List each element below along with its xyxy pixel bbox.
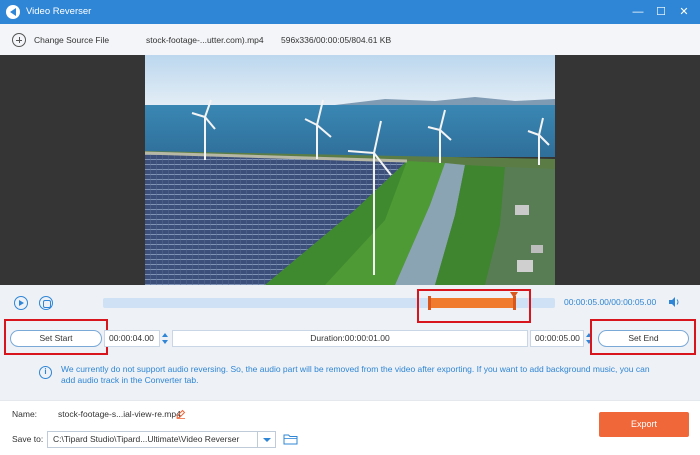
trim-highlight-box	[417, 289, 531, 323]
wind-farm-video-frame-image	[145, 55, 555, 285]
volume-icon[interactable]	[668, 296, 680, 308]
chevron-down-icon[interactable]	[257, 432, 275, 447]
name-label: Name:	[12, 409, 38, 419]
player-controls: 00:00:05.00/00:00:05.00 Set Start 00:00:…	[0, 285, 700, 400]
folder-icon[interactable]	[283, 433, 298, 445]
source-filename: stock-footage-...utter.com).mp4	[146, 35, 264, 45]
time-readout: 00:00:05.00/00:00:05.00	[564, 297, 656, 307]
maximize-button[interactable]: ☐	[653, 4, 669, 20]
source-info-bar: Change Source File stock-footage-...utte…	[0, 24, 700, 55]
title-bar: Video Reverser — ☐ ✕	[0, 0, 700, 24]
duration-display: Duration:00:00:01.00	[172, 330, 528, 347]
set-end-highlight-box	[590, 319, 696, 355]
output-name-value: stock-footage-s...ial-view-re.mp4	[58, 409, 181, 419]
save-to-path: C:\Tipard Studio\Tipard...Ultimate\Video…	[53, 434, 240, 444]
save-to-dropdown[interactable]: C:\Tipard Studio\Tipard...Ultimate\Video…	[47, 431, 276, 448]
source-file-info: 596x336/00:00:05/804.61 KB	[281, 35, 392, 45]
end-time-field[interactable]: 00:00:05.00	[530, 330, 584, 347]
change-source-file-button[interactable]: Change Source File	[12, 33, 109, 47]
add-circle-icon	[12, 33, 26, 47]
save-to-label: Save to:	[12, 434, 44, 444]
window-title: Video Reverser	[26, 6, 92, 17]
minimize-button[interactable]: —	[630, 4, 646, 20]
current-time: 00:00:05.00	[564, 297, 609, 307]
change-source-label: Change Source File	[34, 35, 110, 45]
video-preview-area	[0, 55, 700, 285]
audio-notice-text: We currently do not support audio revers…	[61, 364, 650, 385]
play-button[interactable]	[14, 296, 28, 310]
info-icon: i	[39, 366, 52, 379]
edit-pencil-icon[interactable]	[176, 409, 186, 419]
video-frame	[145, 55, 555, 285]
output-settings: Name: stock-footage-s...ial-view-re.mp4 …	[0, 400, 700, 455]
start-time-field[interactable]: 00:00:04.00	[104, 330, 160, 347]
stop-button[interactable]	[39, 296, 53, 310]
start-time-spinner[interactable]	[161, 330, 169, 347]
close-button[interactable]: ✕	[676, 4, 692, 20]
app-logo-icon	[6, 5, 20, 19]
set-start-highlight-box	[4, 319, 108, 355]
total-time: /00:00:05.00	[608, 297, 657, 307]
export-button[interactable]: Export	[599, 412, 689, 437]
